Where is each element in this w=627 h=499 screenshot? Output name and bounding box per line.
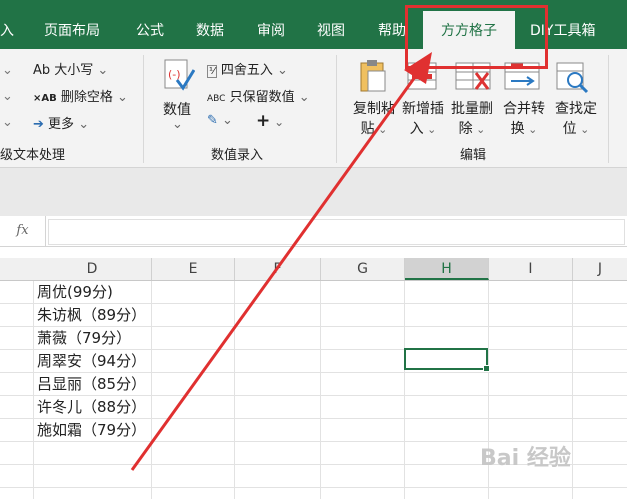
annotation-arrow (130, 52, 432, 471)
watermark: Bai 经验 (480, 446, 571, 471)
